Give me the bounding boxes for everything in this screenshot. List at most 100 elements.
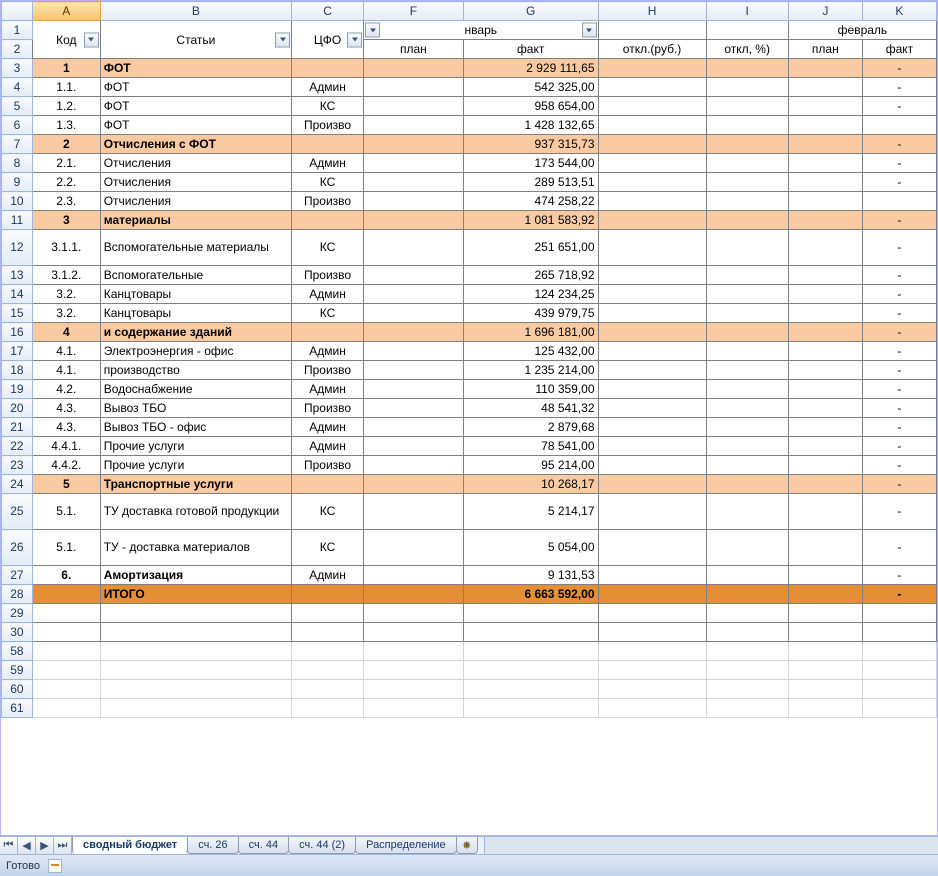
cell-B-15[interactable]: Канцтовары xyxy=(100,304,291,323)
header-cell-kod[interactable]: Код xyxy=(32,21,100,59)
cell-plain-59-6[interactable] xyxy=(706,661,788,680)
cell-I-24[interactable] xyxy=(706,475,788,494)
sheet-tab[interactable]: сводный бюджет xyxy=(72,837,188,854)
cell-B-17[interactable]: Электроэнергия - офис xyxy=(100,342,291,361)
cell-G-13[interactable]: 265 718,92 xyxy=(463,266,598,285)
cell-C-4[interactable]: Админ xyxy=(292,78,364,97)
cell-I-6[interactable] xyxy=(706,116,788,135)
cell-F-4[interactable] xyxy=(364,78,464,97)
cell-K-8[interactable]: - xyxy=(862,154,936,173)
cell-I-16[interactable] xyxy=(706,323,788,342)
cell-K-16[interactable]: - xyxy=(862,323,936,342)
cell-K-4[interactable]: - xyxy=(862,78,936,97)
cell-plain-60-4[interactable] xyxy=(463,680,598,699)
cell-C-9[interactable]: КС xyxy=(292,173,364,192)
cell-J-4[interactable] xyxy=(788,78,862,97)
cell-G-24[interactable]: 10 268,17 xyxy=(463,475,598,494)
cell-F-14[interactable] xyxy=(364,285,464,304)
cell-A-16[interactable]: 4 xyxy=(32,323,100,342)
cell-J-5[interactable] xyxy=(788,97,862,116)
cell-K-7[interactable]: - xyxy=(862,135,936,154)
row-header-14[interactable]: 14 xyxy=(2,285,33,304)
horizontal-scrollbar[interactable] xyxy=(484,837,938,854)
row-header-3[interactable]: 3 xyxy=(2,59,33,78)
cell-G-5[interactable]: 958 654,00 xyxy=(463,97,598,116)
cell-J-13[interactable] xyxy=(788,266,862,285)
cell-F-28[interactable] xyxy=(364,585,464,604)
cell-A-26[interactable]: 5.1. xyxy=(32,530,100,566)
cell-empty-29-0[interactable] xyxy=(32,604,100,623)
row-header-13[interactable]: 13 xyxy=(2,266,33,285)
cell-F-12[interactable] xyxy=(364,230,464,266)
header-cell-K[interactable]: факт xyxy=(862,40,936,59)
cell-A-24[interactable]: 5 xyxy=(32,475,100,494)
cell-F-13[interactable] xyxy=(364,266,464,285)
cell-plain-61-5[interactable] xyxy=(598,699,706,718)
cell-plain-59-7[interactable] xyxy=(788,661,862,680)
cell-B-6[interactable]: ФОТ xyxy=(100,116,291,135)
header-cell-january[interactable]: нварь xyxy=(364,21,599,40)
column-header-J[interactable]: J xyxy=(788,2,862,21)
header-cell-h[interactable] xyxy=(598,21,706,40)
cell-A-5[interactable]: 1.2. xyxy=(32,97,100,116)
cell-J-3[interactable] xyxy=(788,59,862,78)
cell-B-27[interactable]: Амортизация xyxy=(100,566,291,585)
cell-J-17[interactable] xyxy=(788,342,862,361)
cell-H-9[interactable] xyxy=(598,173,706,192)
cell-empty-30-7[interactable] xyxy=(788,623,862,642)
header-cell-J[interactable]: план xyxy=(788,40,862,59)
cell-empty-30-5[interactable] xyxy=(598,623,706,642)
cell-plain-61-6[interactable] xyxy=(706,699,788,718)
cell-K-5[interactable]: - xyxy=(862,97,936,116)
cell-K-9[interactable]: - xyxy=(862,173,936,192)
cell-K-25[interactable]: - xyxy=(862,494,936,530)
cell-H-11[interactable] xyxy=(598,211,706,230)
cell-G-19[interactable]: 110 359,00 xyxy=(463,380,598,399)
cell-C-14[interactable]: Админ xyxy=(292,285,364,304)
cell-B-8[interactable]: Отчисления xyxy=(100,154,291,173)
cell-H-6[interactable] xyxy=(598,116,706,135)
cell-C-23[interactable]: Произво xyxy=(292,456,364,475)
cell-empty-29-4[interactable] xyxy=(463,604,598,623)
cell-G-11[interactable]: 1 081 583,92 xyxy=(463,211,598,230)
cell-plain-58-8[interactable] xyxy=(862,642,936,661)
cell-C-12[interactable]: КС xyxy=(292,230,364,266)
cell-I-23[interactable] xyxy=(706,456,788,475)
cell-A-25[interactable]: 5.1. xyxy=(32,494,100,530)
cell-plain-61-0[interactable] xyxy=(32,699,100,718)
cell-empty-29-8[interactable] xyxy=(862,604,936,623)
cell-G-9[interactable]: 289 513,51 xyxy=(463,173,598,192)
cell-A-28[interactable] xyxy=(32,585,100,604)
select-all-corner[interactable] xyxy=(2,2,33,21)
cell-H-26[interactable] xyxy=(598,530,706,566)
cell-G-20[interactable]: 48 541,32 xyxy=(463,399,598,418)
cell-I-19[interactable] xyxy=(706,380,788,399)
header-cell-february[interactable]: февраль xyxy=(788,21,936,40)
cell-K-17[interactable]: - xyxy=(862,342,936,361)
row-header-60[interactable]: 60 xyxy=(2,680,33,699)
cell-empty-30-0[interactable] xyxy=(32,623,100,642)
cell-A-3[interactable]: 1 xyxy=(32,59,100,78)
cell-J-18[interactable] xyxy=(788,361,862,380)
cell-empty-29-1[interactable] xyxy=(100,604,291,623)
cell-K-19[interactable]: - xyxy=(862,380,936,399)
cell-C-19[interactable]: Админ xyxy=(292,380,364,399)
cell-F-20[interactable] xyxy=(364,399,464,418)
cell-K-15[interactable]: - xyxy=(862,304,936,323)
cell-H-18[interactable] xyxy=(598,361,706,380)
row-header-30[interactable]: 30 xyxy=(2,623,33,642)
cell-A-10[interactable]: 2.3. xyxy=(32,192,100,211)
cell-J-24[interactable] xyxy=(788,475,862,494)
cell-plain-59-0[interactable] xyxy=(32,661,100,680)
cell-F-22[interactable] xyxy=(364,437,464,456)
row-header-24[interactable]: 24 xyxy=(2,475,33,494)
row-header-4[interactable]: 4 xyxy=(2,78,33,97)
cell-J-21[interactable] xyxy=(788,418,862,437)
cell-H-22[interactable] xyxy=(598,437,706,456)
cell-G-3[interactable]: 2 929 111,65 xyxy=(463,59,598,78)
cell-A-23[interactable]: 4.4.2. xyxy=(32,456,100,475)
cell-K-14[interactable]: - xyxy=(862,285,936,304)
cell-C-24[interactable] xyxy=(292,475,364,494)
cell-A-4[interactable]: 1.1. xyxy=(32,78,100,97)
row-header-1[interactable]: 1 xyxy=(2,21,33,40)
